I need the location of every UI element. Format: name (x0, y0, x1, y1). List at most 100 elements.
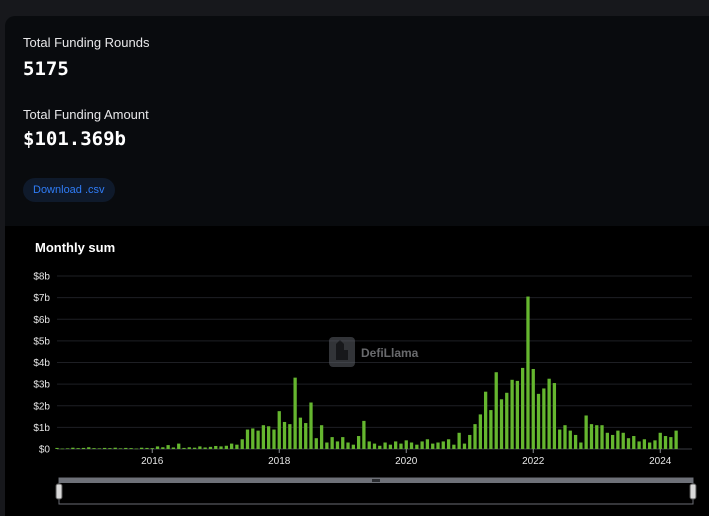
bar[interactable] (404, 440, 408, 449)
bar[interactable] (483, 391, 488, 449)
bar[interactable] (192, 447, 197, 449)
bar[interactable] (531, 368, 535, 449)
bar[interactable] (621, 432, 625, 449)
bar[interactable] (155, 446, 160, 449)
bar[interactable] (568, 430, 572, 449)
bar[interactable] (457, 432, 461, 449)
bar[interactable] (277, 411, 281, 449)
bar[interactable] (229, 443, 234, 449)
bar[interactable] (362, 420, 366, 449)
bar[interactable] (394, 441, 398, 449)
bar[interactable] (145, 447, 149, 449)
bar[interactable] (436, 442, 440, 449)
bar[interactable] (658, 432, 662, 449)
range-slider[interactable] (55, 477, 697, 505)
bar[interactable] (224, 445, 228, 449)
bar[interactable] (648, 442, 652, 449)
bar[interactable] (134, 448, 139, 450)
bar[interactable] (558, 429, 562, 449)
bar[interactable] (182, 447, 186, 449)
bar[interactable] (536, 393, 541, 449)
bar[interactable] (55, 447, 59, 449)
bar[interactable] (584, 415, 588, 449)
bar[interactable] (161, 447, 165, 449)
bar[interactable] (150, 448, 154, 449)
bar[interactable] (198, 446, 202, 449)
bar[interactable] (87, 447, 91, 449)
bar[interactable] (573, 434, 578, 449)
bar[interactable] (71, 447, 75, 449)
bar[interactable] (171, 447, 176, 449)
bar[interactable] (256, 430, 260, 449)
bar[interactable] (372, 443, 377, 449)
bar[interactable] (420, 441, 424, 449)
bar[interactable] (261, 425, 266, 449)
bar[interactable] (124, 447, 128, 449)
bar[interactable] (341, 437, 345, 449)
bar[interactable] (563, 425, 567, 449)
bar[interactable] (510, 379, 514, 449)
bar[interactable] (335, 441, 340, 449)
bar[interactable] (166, 445, 170, 449)
bar[interactable] (272, 429, 276, 449)
bar[interactable] (92, 448, 96, 449)
bar[interactable] (129, 448, 133, 449)
slider-left-handle[interactable] (55, 483, 63, 500)
bar[interactable] (637, 441, 641, 449)
bar[interactable] (521, 367, 525, 449)
bar[interactable] (409, 442, 414, 449)
bar[interactable] (642, 439, 647, 449)
bar[interactable] (325, 442, 329, 449)
bar[interactable] (319, 425, 324, 449)
bar[interactable] (251, 428, 255, 449)
bar[interactable] (378, 445, 382, 449)
bar[interactable] (203, 447, 207, 449)
bar[interactable] (547, 378, 551, 449)
bar[interactable] (240, 439, 244, 449)
bar[interactable] (462, 443, 467, 449)
bar[interactable] (219, 446, 223, 449)
bar[interactable] (309, 402, 313, 449)
bar[interactable] (60, 448, 64, 450)
bar[interactable] (610, 434, 615, 449)
bar[interactable] (140, 447, 144, 449)
bar[interactable] (208, 446, 213, 449)
bar[interactable] (653, 440, 657, 449)
bar[interactable] (473, 424, 477, 449)
bar[interactable] (102, 447, 107, 449)
bar[interactable] (446, 439, 451, 449)
bar[interactable] (616, 430, 620, 449)
bar[interactable] (415, 444, 419, 449)
bar[interactable] (489, 410, 493, 449)
bar[interactable] (425, 439, 430, 449)
bar[interactable] (499, 399, 504, 449)
bar[interactable] (330, 437, 334, 449)
bar[interactable] (431, 443, 435, 449)
bar[interactable] (494, 372, 498, 449)
bar[interactable] (314, 438, 318, 449)
bar[interactable] (589, 424, 594, 449)
bar[interactable] (600, 425, 604, 449)
bar[interactable] (65, 448, 70, 449)
bar[interactable] (118, 448, 123, 449)
bar[interactable] (478, 414, 482, 449)
bar[interactable] (177, 443, 181, 449)
bar[interactable] (669, 437, 673, 449)
bar[interactable] (468, 434, 472, 449)
bar[interactable] (288, 424, 292, 449)
bar[interactable] (214, 445, 218, 449)
bar[interactable] (663, 436, 668, 449)
bar[interactable] (235, 444, 239, 449)
bar[interactable] (452, 444, 456, 449)
bar[interactable] (81, 447, 86, 449)
bar[interactable] (605, 432, 609, 449)
bar[interactable] (97, 448, 101, 449)
bar[interactable] (367, 441, 371, 449)
bar[interactable] (187, 447, 191, 449)
bar[interactable] (526, 296, 530, 449)
bar[interactable] (298, 417, 303, 449)
bar[interactable] (346, 442, 350, 449)
bar[interactable] (441, 441, 445, 449)
bar[interactable] (542, 388, 546, 449)
bar[interactable] (515, 380, 520, 449)
